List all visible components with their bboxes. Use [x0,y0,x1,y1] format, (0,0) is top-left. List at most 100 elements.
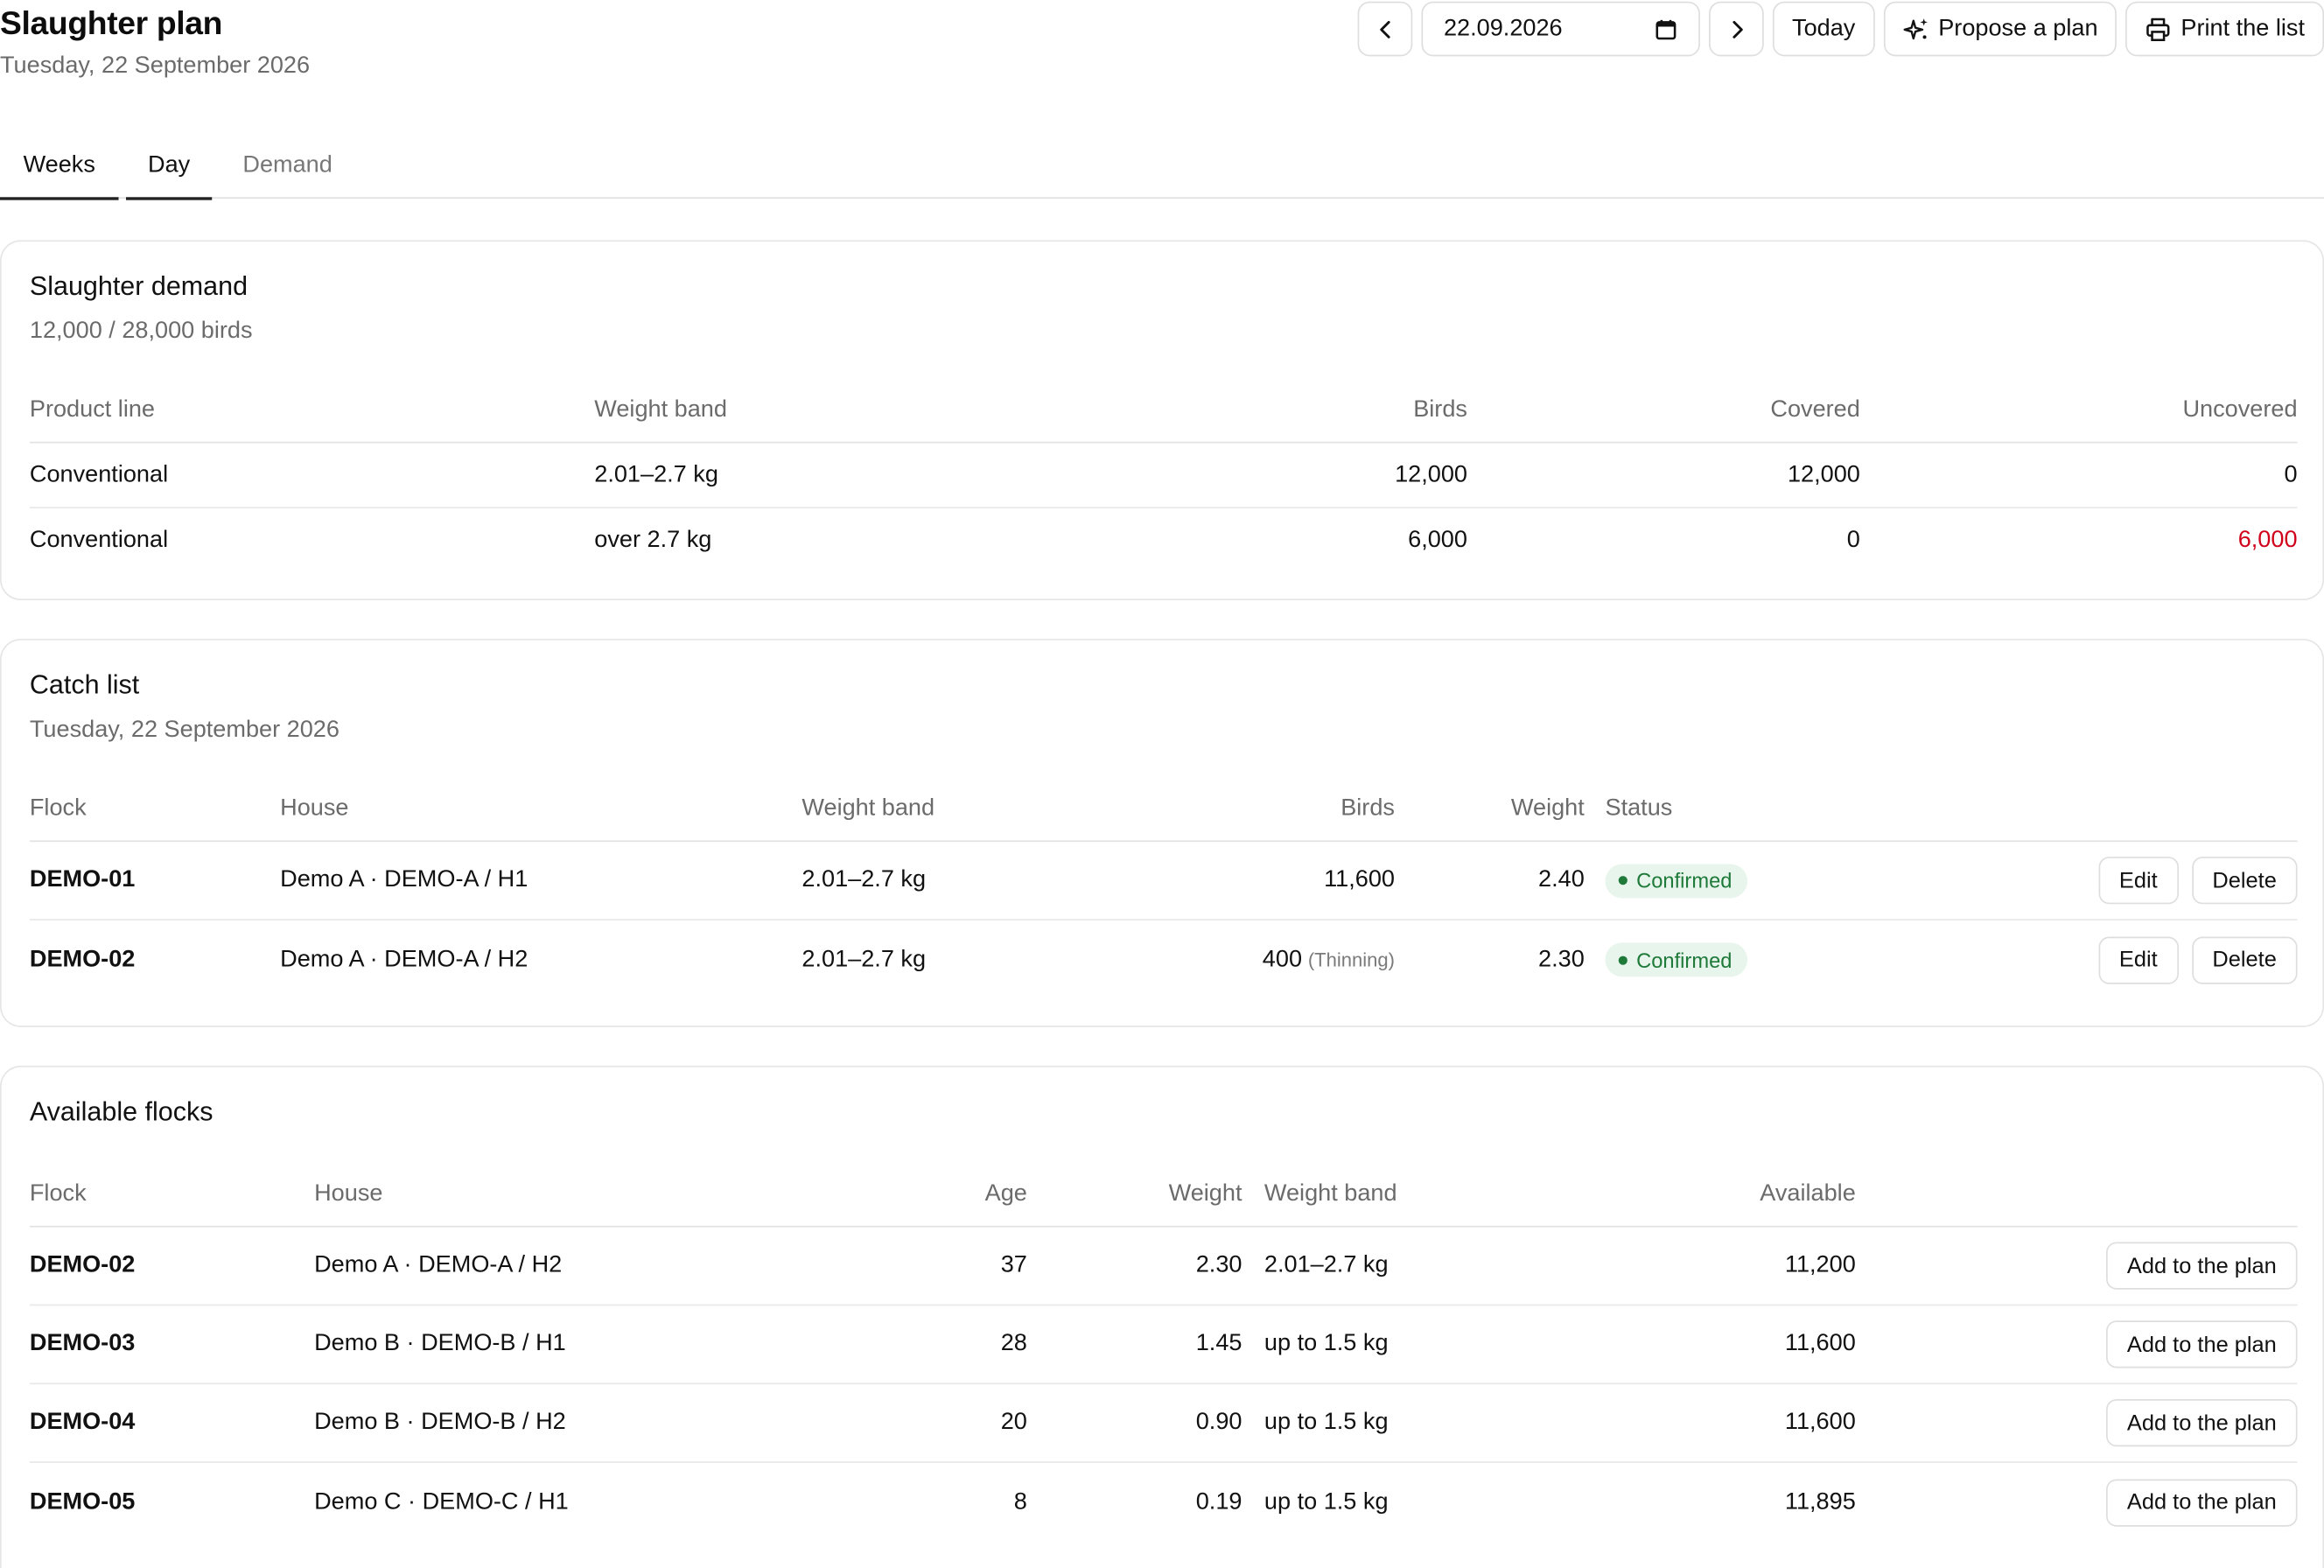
catch-birds-value: 400 [1262,946,1303,972]
table-row: DEMO-04 Demo B · DEMO-B / H2 20 0.90 up … [29,1384,2298,1463]
available-flocks-title: Available flocks [29,1096,214,1127]
col-flock: Flock [29,794,87,821]
col-weight-band: Weight band [594,396,727,422]
catch-status: Confirmed [1605,920,1747,999]
table-row: DEMO-02 Demo A · DEMO-A / H2 37 2.30 2.0… [29,1228,2298,1306]
view-tabs: Weeks Day Demand [0,133,2324,200]
thinning-note: (Thinning) [1307,948,1395,971]
col-available: Available [1760,1180,1856,1206]
available-weight: 0.90 [1195,1409,1242,1435]
calendar-icon[interactable] [1654,17,1677,40]
slaughter-demand-card: Slaughter demand 12,000 / 28,000 birds P… [0,240,2324,601]
available-age: 20 [1000,1409,1027,1435]
available-weight-band: up to 1.5 kg [1264,1331,1389,1356]
available-house: Demo C · DEMO-C / H1 [314,1488,569,1515]
demand-uncovered: 0 [2284,461,2298,487]
demand-weight-band: over 2.7 kg [594,528,712,553]
demand-summary: 12,000 / 28,000 birds [29,318,253,344]
col-house: House [280,794,349,821]
previous-day-button[interactable] [1357,1,1413,57]
add-to-plan-button[interactable]: Add to the plan [2106,1399,2298,1447]
available-count: 11,600 [1784,1409,1856,1435]
available-row-actions: Add to the plan [2106,1463,2298,1542]
available-count: 11,895 [1784,1488,1856,1515]
chevron-right-icon [1732,20,1743,38]
add-to-plan-label: Add to the plan [2126,1410,2277,1436]
available-age: 8 [1013,1488,1027,1515]
table-row: Conventional 2.01–2.7 kg 12,000 12,000 0 [29,443,2298,509]
date-input[interactable]: 22.09.2026 [1421,1,1701,57]
catch-list-card: Catch list Tuesday, 22 September 2026 Fl… [0,639,2324,1027]
status-badge: Confirmed [1605,942,1747,977]
status-label: Confirmed [1636,868,1732,892]
print-list-button[interactable]: Print the list [2125,1,2324,57]
status-dot-icon [1618,955,1628,964]
demand-product-line: Conventional [29,528,169,553]
table-row: DEMO-01 Demo A · DEMO-A / H1 2.01–2.7 kg… [29,842,2298,920]
catch-weight-band: 2.01–2.7 kg [802,946,927,972]
tab-weeks-label: Weeks [23,152,95,178]
printer-icon [2146,17,2171,41]
demand-product-line: Conventional [29,461,169,487]
demand-birds: 6,000 [1408,528,1467,553]
col-birds: Birds [1340,794,1395,821]
available-flocks-card: Available flocks Flock House Age Weight … [0,1065,2324,1568]
catch-row-actions: Edit Delete [2098,842,2298,919]
edit-button[interactable]: Edit [2098,857,2179,905]
today-label: Today [1792,15,1856,41]
col-weight: Weight [1510,794,1585,821]
available-house: Demo B · DEMO-B / H2 [314,1409,566,1435]
col-weight-band: Weight band [802,794,935,821]
add-to-plan-button[interactable]: Add to the plan [2106,1320,2298,1368]
available-weight: 0.19 [1195,1488,1242,1515]
catch-birds: 400 (Thinning) [1263,920,1395,999]
catch-table-header: Flock House Weight band Birds Weight Sta… [29,777,2298,843]
next-day-button[interactable] [1709,1,1764,57]
available-row-actions: Add to the plan [2106,1228,2298,1305]
propose-plan-button[interactable]: Propose a plan [1883,1,2118,57]
demand-covered: 0 [1846,528,1860,553]
demand-birds: 12,000 [1395,461,1467,487]
add-to-plan-button[interactable]: Add to the plan [2106,1242,2298,1290]
col-age: Age [984,1180,1027,1206]
tab-day[interactable]: Day [125,133,213,200]
col-product-line: Product line [29,396,156,422]
table-row: Conventional over 2.7 kg 6,000 0 6,000 [30,508,2298,574]
today-button[interactable]: Today [1773,1,1875,57]
catch-house: Demo A · DEMO-A / H2 [280,946,528,972]
col-covered: Covered [1770,396,1860,422]
catch-status: Confirmed [1605,842,1747,919]
available-count: 11,200 [1784,1252,1856,1278]
tab-demand[interactable]: Demand [222,133,353,199]
add-to-plan-label: Add to the plan [2126,1331,2277,1357]
tab-weeks[interactable]: Weeks [0,133,119,200]
tab-day-indicator [125,197,213,200]
edit-button[interactable]: Edit [2098,935,2179,984]
col-weight-band: Weight band [1264,1180,1397,1206]
col-uncovered: Uncovered [2182,396,2298,422]
catch-weight-band: 2.01–2.7 kg [802,866,927,892]
catch-weight: 2.30 [1538,946,1585,972]
status-dot-icon [1618,876,1628,886]
add-to-plan-label: Add to the plan [2126,1253,2277,1278]
delete-button[interactable]: Delete [2191,935,2298,984]
col-flock: Flock [29,1180,87,1206]
catch-list-date: Tuesday, 22 September 2026 [29,717,340,743]
delete-button[interactable]: Delete [2191,857,2298,905]
status-label: Confirmed [1636,948,1732,972]
catch-weight: 2.40 [1538,866,1585,892]
page-subtitle: Tuesday, 22 September 2026 [0,52,311,79]
available-weight: 1.45 [1195,1331,1242,1356]
propose-plan-label: Propose a plan [1938,15,2098,41]
tab-weeks-indicator [0,197,119,200]
available-age: 37 [1000,1252,1027,1278]
table-row: DEMO-02 Demo A · DEMO-A / H2 2.01–2.7 kg… [30,920,2298,999]
add-to-plan-button[interactable]: Add to the plan [2106,1478,2298,1526]
available-table: Flock House Age Weight Weight band Avail… [29,1162,2298,1542]
catch-birds: 11,600 [1324,842,1395,919]
available-count: 11,600 [1784,1331,1856,1356]
col-birds: Birds [1413,396,1467,422]
demand-table-header: Product line Weight band Birds Covered U… [29,378,2298,444]
chevron-left-icon [1379,20,1390,38]
demand-table: Product line Weight band Birds Covered U… [29,378,2298,574]
